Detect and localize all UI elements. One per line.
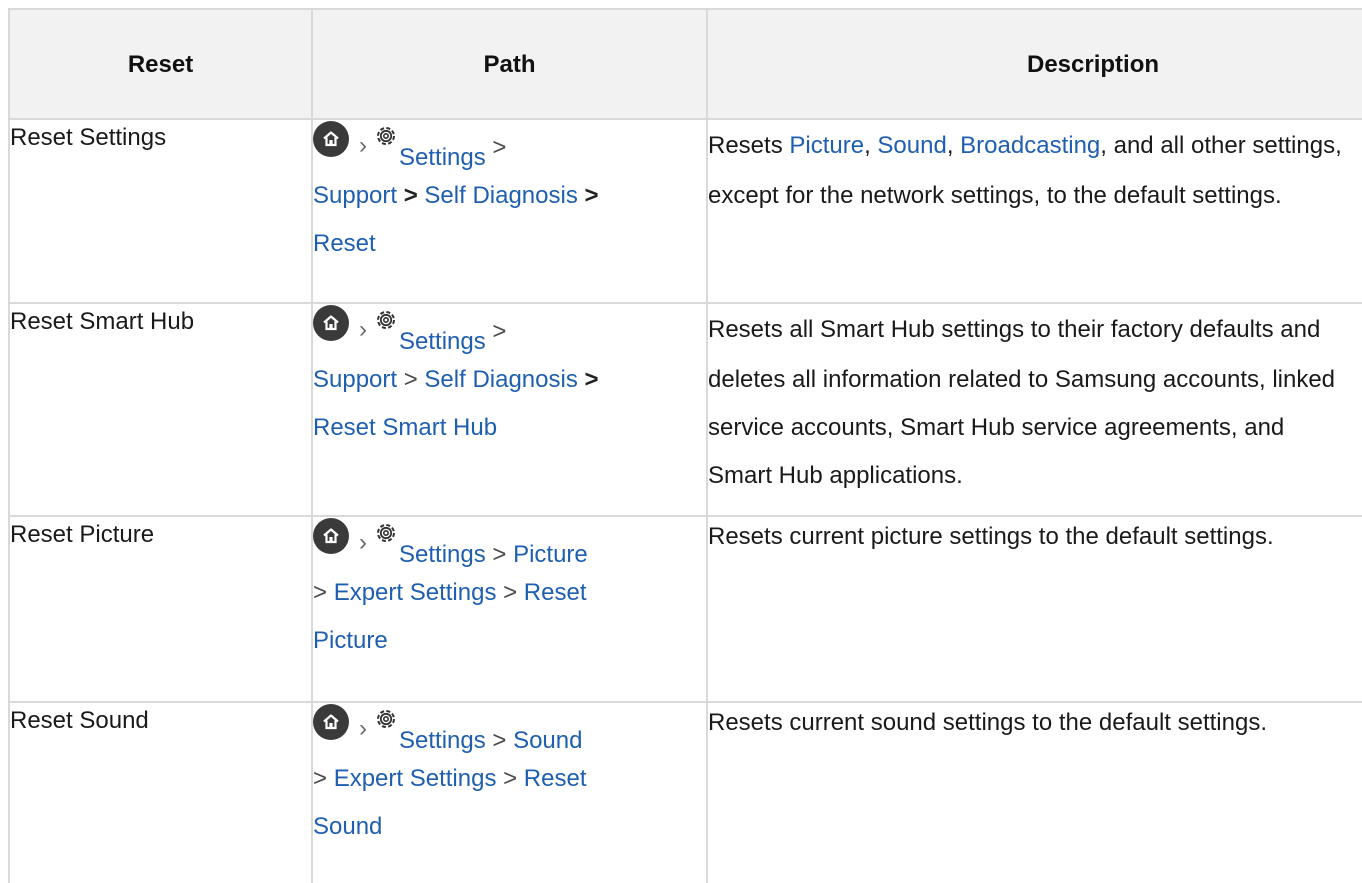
path-separator: >: [503, 765, 518, 792]
desc-link-sound[interactable]: Sound: [877, 132, 946, 159]
path-separator: >: [403, 366, 418, 393]
desc-text: , and all other settings,: [1100, 132, 1342, 159]
path-separator: >: [584, 366, 599, 393]
path-link-settings[interactable]: Settings: [399, 328, 486, 355]
menu-path: › Settings > Support > Self Diagnosis > R…: [311, 118, 708, 304]
desc-text: Smart Hub applications.: [708, 462, 963, 489]
reset-description: Resets current sound settings to the def…: [706, 701, 1362, 883]
path-separator: >: [403, 182, 418, 209]
path-link-settings[interactable]: Settings: [399, 144, 486, 171]
home-icon: [313, 305, 349, 341]
column-header-reset: Reset: [8, 8, 313, 120]
column-header-path: Path: [311, 8, 708, 120]
path-link-reset-picture[interactable]: Reset: [524, 579, 587, 606]
reset-options-table: Reset Path Description Reset Settings › S…: [8, 8, 1362, 883]
path-link-reset-smart-hub[interactable]: Reset Smart Hub: [313, 414, 497, 441]
path-link-self-diagnosis[interactable]: Self Diagnosis: [424, 182, 577, 209]
path-link-self-diagnosis[interactable]: Self Diagnosis: [424, 366, 577, 393]
menu-path: › Settings > Picture > Expert Settings > …: [311, 515, 708, 703]
desc-text: service accounts, Smart Hub service agre…: [708, 414, 1285, 441]
reset-description: Resets Picture, Sound, Broadcasting, and…: [706, 118, 1362, 304]
home-icon: [313, 121, 349, 157]
path-link-expert-settings[interactable]: Expert Settings: [334, 765, 497, 792]
desc-text: Resets: [708, 132, 790, 159]
path-separator: >: [313, 765, 328, 792]
page: Reset Path Description Reset Settings › S…: [0, 0, 1362, 883]
path-separator: >: [492, 318, 507, 345]
path-link-support[interactable]: Support: [313, 366, 397, 393]
home-icon: [313, 518, 349, 554]
path-separator: >: [313, 579, 328, 606]
table-row: Reset Picture › Settings > Picture > Expe…: [8, 515, 1362, 703]
chevron-right-icon: ›: [359, 316, 367, 343]
path-link-reset-sound[interactable]: Reset: [524, 765, 587, 792]
path-separator: >: [503, 579, 518, 606]
reset-name: Reset Sound: [8, 701, 313, 883]
chevron-right-icon: ›: [359, 715, 367, 742]
path-separator: >: [492, 134, 507, 161]
path-link-support[interactable]: Support: [313, 182, 397, 209]
gear-icon: [377, 127, 395, 145]
reset-description: Resets current picture settings to the d…: [706, 515, 1362, 703]
path-link-reset-sound[interactable]: Sound: [313, 813, 382, 840]
column-header-description: Description: [706, 8, 1362, 120]
desc-text: deletes all information related to Samsu…: [708, 366, 1336, 393]
path-separator: >: [584, 182, 599, 209]
path-separator: >: [492, 727, 507, 754]
reset-name: Reset Settings: [8, 118, 313, 304]
desc-link-broadcasting[interactable]: Broadcasting: [960, 132, 1100, 159]
path-link-reset[interactable]: Reset: [313, 230, 376, 257]
desc-text: Resets all Smart Hub settings to their f…: [708, 316, 1321, 343]
path-link-picture[interactable]: Picture: [513, 541, 588, 568]
desc-text: ,: [864, 132, 878, 159]
path-separator: >: [492, 541, 507, 568]
chevron-right-icon: ›: [359, 132, 367, 159]
reset-description: Resets all Smart Hub settings to their f…: [706, 302, 1362, 517]
path-link-reset-picture[interactable]: Picture: [313, 627, 388, 654]
gear-icon: [377, 524, 395, 542]
gear-icon: [377, 710, 395, 728]
desc-link-picture[interactable]: Picture: [789, 132, 864, 159]
path-link-expert-settings[interactable]: Expert Settings: [334, 579, 497, 606]
desc-text: Resets current picture settings to the d…: [708, 523, 1274, 550]
desc-text: ,: [946, 132, 961, 159]
reset-name: Reset Smart Hub: [8, 302, 313, 517]
table-row: Reset Smart Hub › Settings > Support > Se…: [8, 302, 1362, 517]
chevron-right-icon: ›: [359, 529, 367, 556]
desc-text: Resets current sound settings to the def…: [708, 709, 1267, 736]
table-header-row: Reset Path Description: [8, 8, 1362, 120]
path-link-settings[interactable]: Settings: [399, 727, 486, 754]
home-icon: [313, 704, 349, 740]
path-link-settings[interactable]: Settings: [399, 541, 486, 568]
table-row: Reset Sound › Settings > Sound > Expert S…: [8, 701, 1362, 883]
reset-name: Reset Picture: [8, 515, 313, 703]
menu-path: › Settings > Sound > Expert Settings > Re…: [311, 701, 708, 883]
path-link-sound[interactable]: Sound: [513, 727, 582, 754]
gear-icon: [377, 311, 395, 329]
desc-text: except for the network settings, to the …: [708, 182, 1282, 209]
table-row: Reset Settings › Settings > Support > Sel…: [8, 118, 1362, 304]
menu-path: › Settings > Support > Self Diagnosis > R…: [311, 302, 708, 517]
